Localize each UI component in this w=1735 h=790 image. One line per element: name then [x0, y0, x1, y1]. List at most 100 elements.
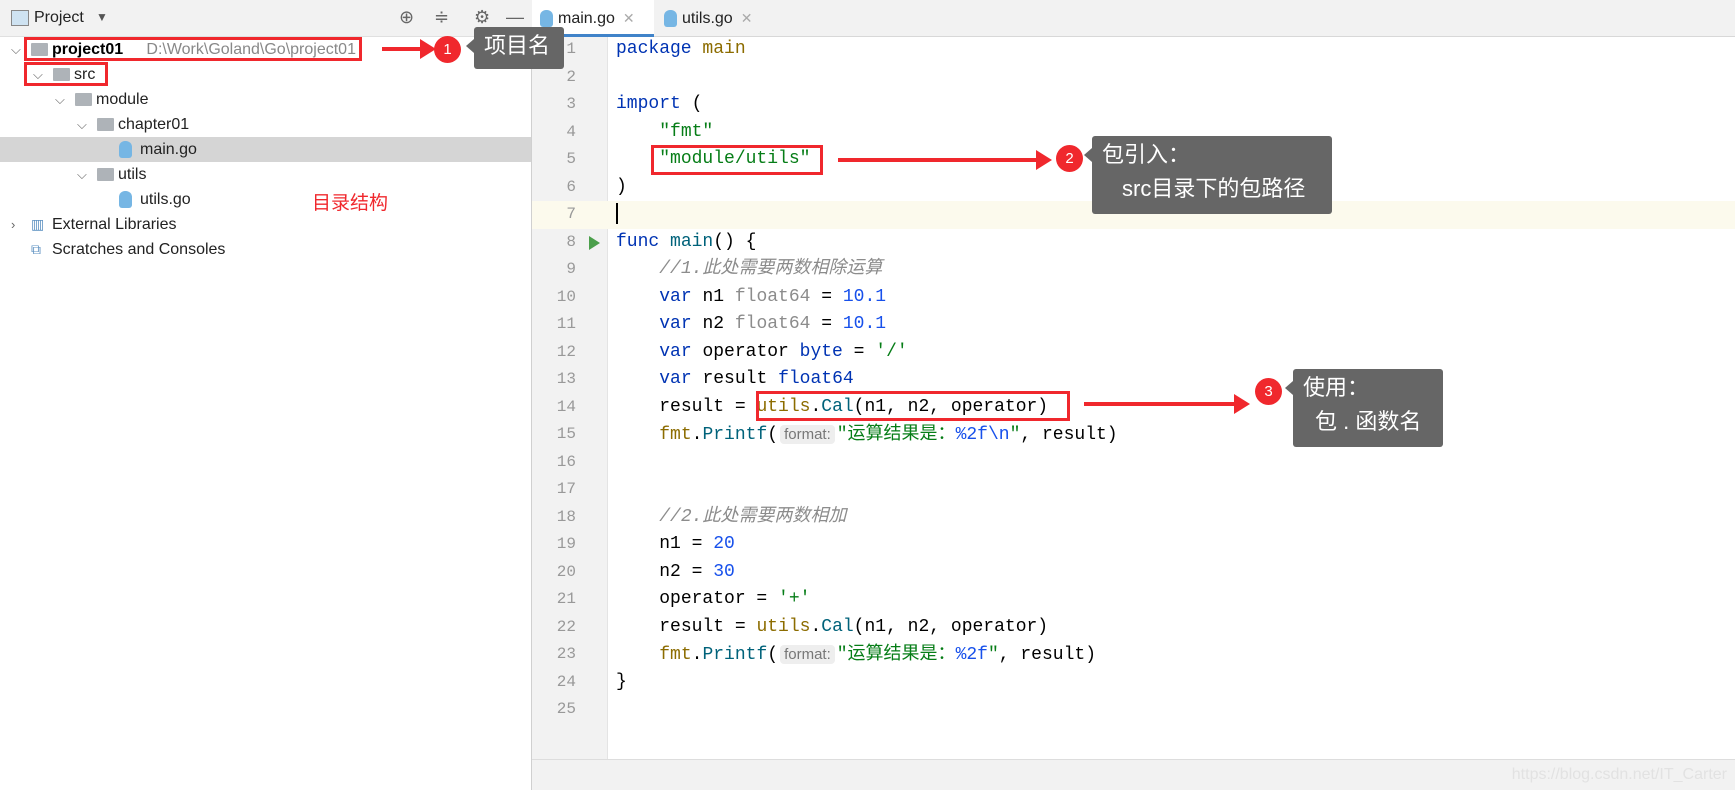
tree-item-label: External Libraries — [52, 216, 177, 233]
tree-item[interactable]: › ▥ External Libraries — [0, 212, 531, 237]
gear-icon[interactable]: ⚙ — [474, 7, 490, 28]
tab-label: main.go — [558, 10, 615, 27]
code-token: "运算结果是： — [836, 425, 956, 445]
chevron-down-icon[interactable]: ▼ — [96, 10, 108, 24]
code-text: fmt.Printf(format: "运算结果是：%2f\n", result) — [616, 421, 1118, 450]
code-line: 9 //1.此处需要两数相除运算 — [532, 256, 1735, 284]
watermark: https://blog.csdn.net/IT_Carter — [1511, 766, 1727, 783]
tree-item[interactable]: ⧉ Scratches and Consoles — [0, 237, 531, 262]
code-text: //2.此处需要两数相加 — [616, 504, 846, 532]
code-token: //2.此处需要两数相加 — [659, 506, 847, 527]
code-text: n2 = 30 — [616, 559, 735, 587]
tree-item[interactable]: main.go — [0, 137, 531, 162]
code-token: main — [702, 39, 746, 59]
chevron-down-icon[interactable]: ⌵ — [77, 112, 87, 137]
tab-utils-go[interactable]: utils.go ✕ — [656, 0, 774, 37]
code-token: float64 — [734, 286, 811, 307]
code-token: "运算结果是： — [836, 645, 956, 665]
code-token: //1.此处需要两数相除运算 — [659, 259, 883, 279]
collapse-all-icon[interactable]: ≑ — [434, 7, 449, 28]
tree-item[interactable]: ⌵ utils — [0, 162, 531, 187]
highlight-box-src — [24, 62, 108, 86]
code-line: 25 — [532, 696, 1735, 724]
tree-item[interactable]: ⌵ module — [0, 87, 531, 112]
code-token: import — [616, 94, 681, 114]
code-token: '/' — [875, 341, 908, 362]
code-token: . — [691, 645, 703, 665]
project-panel-header: Project ▼ ⊕ ≑ ⚙ — — [0, 0, 532, 37]
close-icon[interactable]: ✕ — [623, 10, 635, 26]
code-token: Printf — [702, 645, 768, 665]
callout-3: 使用： 包 . 函数名 — [1285, 369, 1443, 447]
code-text: import ( — [616, 91, 702, 119]
callout-3-line2: 包 . 函数名 — [1315, 409, 1422, 434]
code-token: 10.1 — [842, 286, 887, 307]
go-file-icon — [664, 10, 677, 27]
code-text: ) — [616, 174, 627, 202]
tree-item-label: utils — [118, 166, 147, 183]
callout-2: 包引入： src目录下的包路径 — [1084, 136, 1332, 214]
tree-item[interactable]: utils.go — [0, 187, 531, 212]
code-text — [616, 201, 618, 229]
tree-item-label: module — [96, 91, 149, 108]
chevron-down-icon[interactable]: ⌵ — [11, 37, 21, 62]
chevron-down-icon[interactable]: ⌵ — [77, 162, 87, 187]
code-token: byte — [799, 341, 843, 362]
code-line: 13 var result float64 — [532, 366, 1735, 394]
status-bar: https://blog.csdn.net/IT_Carter — [532, 759, 1735, 790]
code-line: 18 //2.此处需要两数相加 — [532, 504, 1735, 532]
code-token: . — [691, 425, 703, 445]
code-token: ) — [616, 176, 627, 197]
code-token: ( — [767, 425, 779, 445]
scratches-icon: ⧉ — [31, 241, 41, 257]
code-token: 30 — [713, 561, 735, 582]
code-token: = — [810, 314, 843, 334]
code-token: n1 — [702, 286, 735, 307]
locate-icon[interactable]: ⊕ — [399, 7, 414, 28]
text-caret — [616, 202, 618, 224]
chevron-down-icon[interactable]: ⌵ — [55, 87, 65, 112]
code-token: float64 — [778, 369, 854, 389]
close-icon[interactable]: ✕ — [741, 10, 753, 26]
code-token: float64 — [734, 314, 811, 334]
minimize-icon[interactable]: — — [506, 7, 524, 28]
arrow-1 — [382, 39, 436, 59]
go-file-icon — [540, 10, 553, 27]
code-token: operator — [702, 341, 800, 362]
code-line: 8 func main() { — [532, 229, 1735, 257]
code-token: "fmt" — [659, 121, 714, 142]
code-line: 11 var n2 float64 = 10.1 — [532, 311, 1735, 339]
project-view-title[interactable]: Project — [34, 9, 84, 27]
highlight-box-project — [24, 37, 362, 61]
badge-3: 3 — [1255, 378, 1282, 405]
code-token: var — [659, 341, 703, 362]
code-token: utils — [756, 616, 811, 637]
highlight-box-import — [651, 145, 823, 175]
tree-item[interactable]: ⌵ chapter01 — [0, 112, 531, 137]
code-line: 1 package main — [532, 36, 1735, 64]
code-token: n1 = — [659, 534, 714, 554]
code-token: , result) — [998, 645, 1096, 665]
code-text: result = utils.Cal(n1, n2, operator) — [616, 614, 1048, 642]
badge-1: 1 — [434, 36, 461, 63]
code-line: 20 n2 = 30 — [532, 559, 1735, 587]
code-line: 12 var operator byte = '/' — [532, 339, 1735, 367]
parameter-hint: format: — [780, 425, 835, 444]
parameter-hint: format: — [780, 645, 835, 664]
code-text: //1.此处需要两数相除运算 — [616, 256, 882, 284]
project-view-icon — [11, 10, 29, 26]
code-text: operator = '+' — [616, 586, 810, 614]
highlight-box-call — [756, 391, 1070, 421]
code-line: 24} — [532, 669, 1735, 697]
arrow-2 — [838, 150, 1052, 170]
tree-item-label: chapter01 — [118, 116, 190, 133]
code-token: result — [702, 369, 779, 389]
chevron-right-icon[interactable]: › — [11, 212, 15, 237]
